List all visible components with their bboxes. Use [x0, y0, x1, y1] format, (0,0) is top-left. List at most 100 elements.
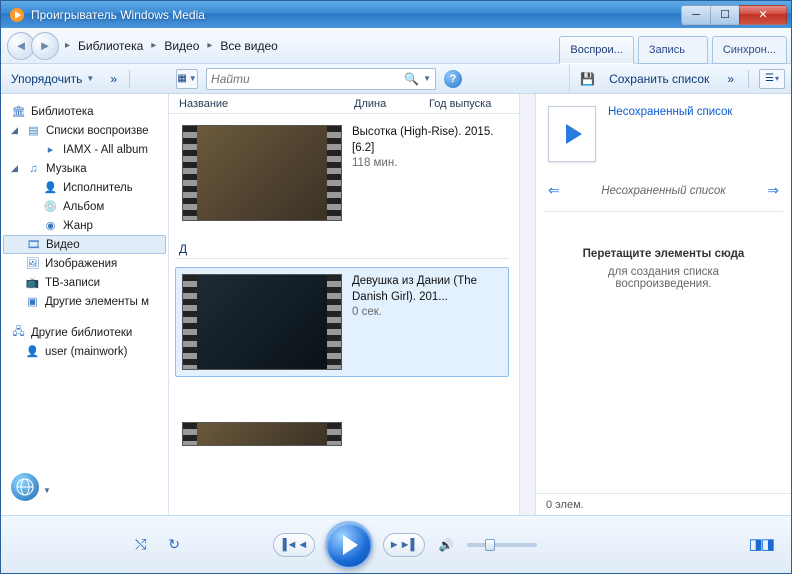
mode-tabs: Воспрои... Запись Синхрон...: [559, 36, 787, 64]
video-item[interactable]: Высотка (High-Rise). 2015. [6.2] 118 мин…: [175, 118, 509, 228]
col-name[interactable]: Название: [179, 98, 354, 110]
next-button[interactable]: ►►▌: [383, 533, 425, 557]
images-icon: 🖼: [25, 256, 40, 271]
video-title: Девушка из Дании (The Danish Girl). 201.…: [352, 274, 502, 305]
organize-label: Упорядочить: [11, 72, 82, 86]
drop-zone[interactable]: Перетащите элементы сюда для создания сп…: [544, 211, 783, 493]
tree-images[interactable]: 🖼 Изображения: [3, 254, 166, 273]
video-item[interactable]: [175, 415, 509, 453]
help-button[interactable]: ?: [444, 70, 462, 88]
tree-genre[interactable]: ◉ Жанр: [3, 216, 166, 235]
stop-button[interactable]: [255, 541, 263, 549]
toolbar: Упорядочить ▼ » ▦▼ 🔍 ▼ ? 💾 Сохранить спи…: [1, 64, 791, 94]
save-icon: 💾: [580, 72, 595, 86]
video-thumbnail: [182, 125, 342, 221]
other-icon: ▣: [25, 294, 40, 309]
list-options-button[interactable]: ☰▾: [759, 69, 785, 89]
tab-sync[interactable]: Синхрон...: [712, 36, 787, 64]
drop-sub1: для создания списка: [554, 266, 773, 278]
tree-library[interactable]: 🏛 Библиотека: [3, 102, 166, 121]
column-headers: Название Длина Год выпуска: [169, 94, 519, 114]
tab-burn[interactable]: Запись: [638, 36, 708, 64]
artist-icon: 👤: [43, 180, 58, 195]
playlist-item-icon: ▸: [43, 142, 58, 157]
next-list-button[interactable]: ⇒: [763, 178, 783, 203]
video-info: Высотка (High-Rise). 2015. [6.2] 118 мин…: [352, 125, 502, 221]
video-duration: 118 мин.: [352, 156, 502, 172]
chevron-down-icon[interactable]: ▼: [43, 486, 51, 495]
prev-list-button[interactable]: ⇐: [544, 178, 564, 203]
video-list: Высотка (High-Rise). 2015. [6.2] 118 мин…: [169, 114, 519, 515]
separator: [129, 70, 130, 88]
breadcrumb-video[interactable]: Видео: [160, 35, 203, 57]
tree-album[interactable]: 💿 Альбом: [3, 197, 166, 216]
volume-knob[interactable]: [485, 539, 495, 551]
drop-title: Перетащите элементы сюда: [554, 248, 773, 260]
tree-other-libraries[interactable]: 🖧 Другие библиотеки: [3, 323, 166, 342]
view-mode-button[interactable]: ▦▼: [176, 69, 198, 89]
media-guide-button[interactable]: [11, 473, 39, 501]
playlist-toolbar: 💾 Сохранить список » ☰▾: [569, 64, 785, 93]
breadcrumb: ▸ Библиотека ▸ Видео ▸ Все видео: [65, 35, 282, 57]
vertical-scrollbar[interactable]: [519, 94, 535, 515]
save-list-button[interactable]: Сохранить список: [605, 70, 713, 88]
playlist-status: 0 элем.: [536, 493, 791, 515]
col-length[interactable]: Длина: [354, 98, 429, 110]
video-duration: 0 сек.: [352, 305, 502, 321]
player-controls: ⤭ ↻ ▐◄◄ ►►▌ 🔊 ◨◨: [1, 515, 791, 573]
tree-tv[interactable]: 📺 ТВ-записи: [3, 273, 166, 292]
play-button[interactable]: [325, 521, 373, 569]
chevron-right-icon: ▸: [65, 40, 70, 51]
play-icon: [343, 535, 358, 555]
video-item[interactable]: Девушка из Дании (The Danish Girl). 201.…: [175, 267, 509, 377]
chevron-down-icon[interactable]: ▼: [423, 74, 431, 83]
switch-to-now-playing-button[interactable]: ◨◨: [749, 536, 773, 553]
library-icon: 🏛: [11, 104, 26, 119]
search-icon[interactable]: 🔍: [404, 72, 419, 86]
search-box[interactable]: 🔍 ▼: [206, 68, 436, 90]
play-icon: [566, 124, 582, 144]
tree-other-media[interactable]: ▣ Другие элементы м: [3, 292, 166, 311]
save-list-label: Сохранить список: [609, 72, 709, 86]
tab-play[interactable]: Воспрои...: [559, 36, 633, 64]
tree-artist[interactable]: 👤 Исполнитель: [3, 178, 166, 197]
breadcrumb-library[interactable]: Библиотека: [74, 35, 147, 57]
mute-button[interactable]: 🔊: [435, 534, 458, 556]
shuffle-button[interactable]: ⤭: [131, 532, 150, 557]
group-header-d[interactable]: Д: [175, 236, 509, 259]
tree-playlists[interactable]: ◢ ▤ Списки воспроизве: [3, 121, 166, 140]
close-button[interactable]: ✕: [739, 5, 787, 25]
minimize-button[interactable]: ─: [681, 5, 711, 25]
tv-icon: 📺: [25, 275, 40, 290]
music-icon: ♫: [26, 161, 41, 176]
collapse-icon[interactable]: ◢: [11, 163, 21, 174]
maximize-button[interactable]: ☐: [710, 5, 740, 25]
repeat-button[interactable]: ↻: [164, 532, 184, 557]
search-input[interactable]: [211, 72, 404, 86]
tree-playlist-iamx[interactable]: ▸ IAMX - All album: [3, 140, 166, 159]
video-thumbnail: [182, 274, 342, 370]
previous-button[interactable]: ▐◄◄: [273, 533, 315, 557]
window-controls: ─ ☐ ✕: [682, 5, 787, 25]
tree-user-mainwork[interactable]: 👤 user (mainwork): [3, 342, 166, 361]
playlist-overflow[interactable]: »: [723, 70, 738, 88]
tree-video[interactable]: 🎞 Видео: [3, 235, 166, 254]
unsaved-list-link[interactable]: Несохраненный список: [608, 106, 732, 118]
video-info: Девушка из Дании (The Danish Girl). 201.…: [352, 274, 502, 370]
content-area: Название Длина Год выпуска Высотка (High…: [169, 94, 519, 515]
forward-button[interactable]: ►: [31, 32, 59, 60]
breadcrumb-all-video[interactable]: Все видео: [216, 35, 281, 57]
tree-music[interactable]: ◢ ♫ Музыка: [3, 159, 166, 178]
toolbar-overflow[interactable]: »: [106, 70, 121, 88]
nav-row: ◄ ► ▸ Библиотека ▸ Видео ▸ Все видео Вос…: [1, 28, 791, 64]
collapse-icon[interactable]: ◢: [11, 125, 21, 136]
separator: [748, 70, 749, 88]
playlist-nav: ⇐ Несохраненный список ⇒: [536, 174, 791, 207]
video-title: Высотка (High-Rise). 2015. [6.2]: [352, 125, 502, 156]
organize-button[interactable]: Упорядочить ▼: [7, 70, 98, 88]
chevron-right-icon: ▸: [151, 40, 156, 51]
volume-slider[interactable]: [467, 543, 537, 547]
col-year[interactable]: Год выпуска: [429, 98, 509, 110]
playlist-caption: Несохраненный список: [601, 185, 726, 197]
album-icon: 💿: [43, 199, 58, 214]
